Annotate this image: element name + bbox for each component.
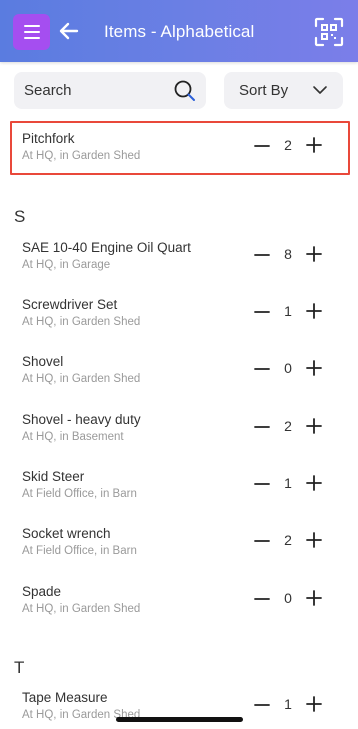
item-name: Shovel - heavy duty bbox=[22, 412, 141, 427]
minus-icon[interactable] bbox=[254, 304, 270, 320]
item-quantity: 1 bbox=[284, 475, 292, 491]
hamburger-icon bbox=[23, 25, 40, 27]
item-quantity: 0 bbox=[284, 590, 292, 606]
item-location: At Field Office, in Barn bbox=[22, 545, 137, 557]
sort-by-label: Sort By bbox=[239, 82, 289, 99]
item-quantity: 2 bbox=[284, 418, 292, 434]
arrow-left-icon[interactable] bbox=[58, 20, 80, 42]
plus-icon[interactable] bbox=[306, 590, 322, 606]
search-field[interactable] bbox=[14, 72, 206, 109]
item-location: At HQ, in Garden Shed bbox=[22, 373, 141, 385]
item-quantity: 0 bbox=[284, 360, 292, 376]
item-name: Shovel bbox=[22, 354, 64, 369]
plus-icon[interactable] bbox=[306, 475, 322, 491]
plus-icon[interactable] bbox=[306, 137, 322, 153]
list-item[interactable]: Shovel - heavy duty At HQ, in Basement 2 bbox=[10, 402, 350, 456]
list-item[interactable]: Screwdriver Set At HQ, in Garden Shed 1 bbox=[10, 287, 350, 341]
item-name: Socket wrench bbox=[22, 526, 111, 541]
section-header: S bbox=[14, 207, 26, 226]
home-indicator[interactable] bbox=[116, 717, 243, 722]
pinned-item[interactable]: Pitchfork At HQ, in Garden Shed 2 bbox=[10, 121, 350, 175]
item-location: At HQ, in Garden Shed bbox=[22, 150, 141, 162]
item-location: At HQ, in Garden Shed bbox=[22, 603, 141, 615]
plus-icon[interactable] bbox=[306, 532, 322, 548]
minus-icon[interactable] bbox=[254, 476, 270, 492]
sort-by-dropdown[interactable]: Sort By bbox=[224, 72, 343, 109]
list-item[interactable]: Spade At HQ, in Garden Shed 0 bbox=[10, 574, 350, 628]
item-name: Skid Steer bbox=[22, 469, 85, 484]
list-item[interactable]: Shovel At HQ, in Garden Shed 0 bbox=[10, 344, 350, 398]
item-name: Tape Measure bbox=[22, 690, 108, 705]
item-quantity: 2 bbox=[284, 137, 292, 153]
menu-button[interactable] bbox=[13, 14, 50, 50]
item-name: SAE 10-40 Engine Oil Quart bbox=[22, 240, 191, 255]
app-header: Items - Alphabetical bbox=[0, 0, 358, 62]
plus-icon[interactable] bbox=[306, 303, 322, 319]
minus-icon[interactable] bbox=[254, 138, 270, 154]
list-item[interactable]: Socket wrench At Field Office, in Barn 2 bbox=[10, 516, 350, 570]
item-quantity: 2 bbox=[284, 532, 292, 548]
item-location: At Field Office, in Barn bbox=[22, 488, 137, 500]
item-location: At HQ, in Basement bbox=[22, 431, 124, 443]
section-header: T bbox=[14, 658, 25, 677]
plus-icon[interactable] bbox=[306, 418, 322, 434]
plus-icon[interactable] bbox=[306, 360, 322, 376]
search-icon[interactable] bbox=[173, 79, 197, 103]
plus-icon[interactable] bbox=[306, 246, 322, 262]
item-quantity: 1 bbox=[284, 696, 292, 712]
item-quantity: 1 bbox=[284, 303, 292, 319]
item-location: At HQ, in Garden Shed bbox=[22, 316, 141, 328]
item-name: Screwdriver Set bbox=[22, 297, 118, 312]
minus-icon[interactable] bbox=[254, 419, 270, 435]
item-name: Pitchfork bbox=[22, 131, 75, 146]
minus-icon[interactable] bbox=[254, 533, 270, 549]
minus-icon[interactable] bbox=[254, 361, 270, 377]
search-input[interactable] bbox=[14, 72, 164, 109]
list-item[interactable]: Skid Steer At Field Office, in Barn 1 bbox=[10, 459, 350, 513]
minus-icon[interactable] bbox=[254, 247, 270, 263]
qr-scan-icon[interactable] bbox=[314, 17, 344, 47]
page-title: Items - Alphabetical bbox=[104, 22, 255, 41]
item-quantity: 8 bbox=[284, 246, 292, 262]
list-item[interactable]: SAE 10-40 Engine Oil Quart At HQ, in Gar… bbox=[10, 230, 350, 284]
minus-icon[interactable] bbox=[254, 591, 270, 607]
item-location: At HQ, in Garage bbox=[22, 259, 111, 271]
item-name: Spade bbox=[22, 584, 62, 599]
plus-icon[interactable] bbox=[306, 696, 322, 712]
chevron-down-icon bbox=[313, 86, 327, 94]
minus-icon[interactable] bbox=[254, 697, 270, 713]
